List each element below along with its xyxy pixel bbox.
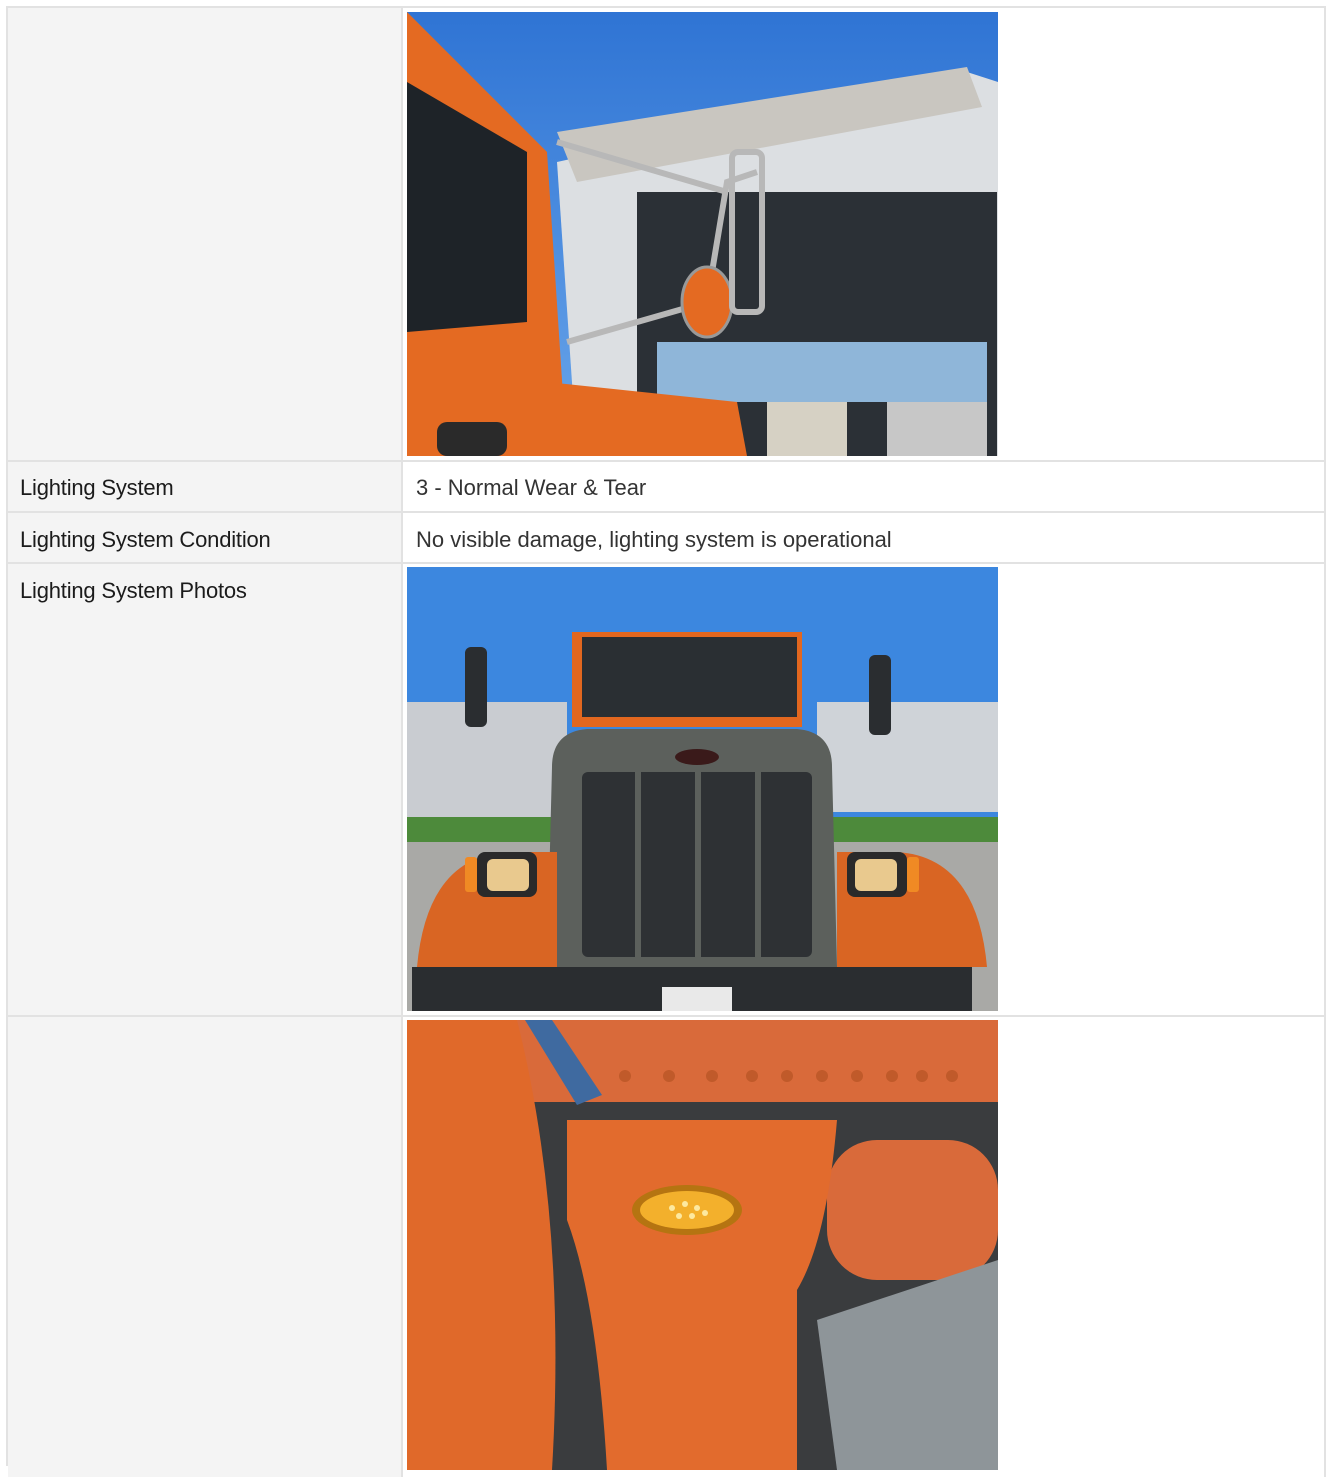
inspection-table: Lighting System 3 - Normal Wear & Tear L…	[6, 6, 1326, 1477]
row-value: No visible damage, lighting system is op…	[416, 527, 892, 552]
value-cell: No visible damage, lighting system is op…	[403, 513, 1326, 562]
table-row	[8, 8, 1326, 462]
row-label: Lighting System	[20, 475, 174, 500]
truck-mirror-photo	[407, 12, 998, 456]
label-cell: Lighting System Photos	[8, 564, 403, 1015]
table-row: Lighting System 3 - Normal Wear & Tear	[8, 462, 1326, 513]
row-label: Lighting System Condition	[20, 527, 271, 552]
value-cell	[403, 8, 1326, 460]
table-row: Lighting System Condition No visible dam…	[8, 513, 1326, 564]
label-cell	[8, 1017, 403, 1477]
value-cell	[403, 1017, 1326, 1477]
row-value: 3 - Normal Wear & Tear	[416, 475, 647, 500]
label-cell: Lighting System	[8, 462, 403, 511]
label-cell	[8, 8, 403, 460]
truck-side-marker-light-photo	[407, 1020, 998, 1470]
row-label: Lighting System Photos	[20, 578, 247, 603]
value-cell: 3 - Normal Wear & Tear	[403, 462, 1326, 511]
label-cell: Lighting System Condition	[8, 513, 403, 562]
truck-front-headlights-photo	[407, 567, 998, 1011]
table-row	[8, 1017, 1326, 1477]
value-cell	[403, 564, 1326, 1015]
table-row: Lighting System Photos	[8, 564, 1326, 1017]
